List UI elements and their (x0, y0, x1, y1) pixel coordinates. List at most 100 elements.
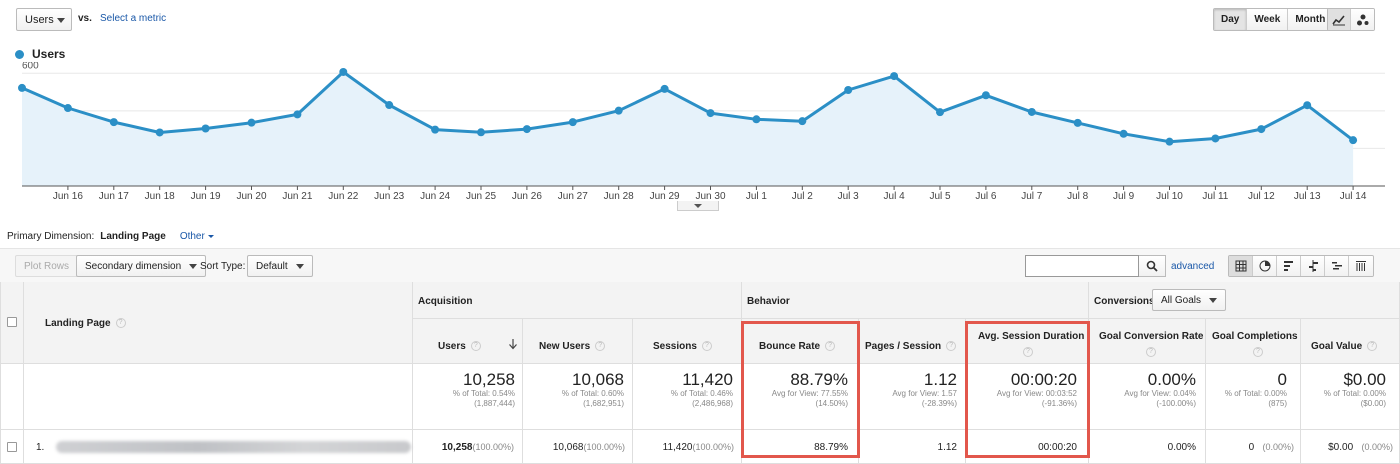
col-pages-session-label: Pages / Session (865, 341, 942, 352)
help-icon[interactable]: ? (1146, 347, 1156, 357)
data-point[interactable] (293, 110, 302, 119)
total-pages-session-avg: Avg for View: 1.57 (892, 389, 957, 398)
data-point[interactable] (1027, 107, 1036, 116)
data-table-view-icon[interactable] (1229, 256, 1253, 276)
col-avg-session-duration[interactable]: Avg. Session Duration ? (966, 319, 1089, 364)
motion-chart-icon[interactable] (1351, 9, 1374, 30)
help-icon[interactable]: ? (701, 341, 712, 352)
total-bounce-rate-diff: (14.50%) (815, 399, 848, 408)
data-point[interactable] (936, 108, 944, 117)
col-goal-conversion-rate[interactable]: Goal Conversion Rate ? (1089, 319, 1206, 364)
primary-dimension-other[interactable]: Other (180, 231, 214, 242)
performance-view-icon[interactable] (1277, 256, 1301, 276)
table-row-checkbox-cell (0, 430, 24, 464)
col-bounce-rate[interactable]: Bounce Rate? (742, 319, 859, 364)
y-tick-label: 600 (22, 62, 39, 71)
select-metric-link[interactable]: Select a metric (100, 13, 166, 24)
help-icon[interactable]: ? (115, 318, 126, 329)
sort-type-select[interactable]: Default (247, 255, 313, 277)
pie-view-icon[interactable] (1253, 256, 1277, 276)
all-goals-select[interactable]: All Goals (1152, 289, 1227, 311)
data-point[interactable] (201, 124, 210, 133)
data-point[interactable] (339, 67, 348, 76)
collapse-chart-button[interactable] (677, 201, 719, 211)
data-point[interactable] (155, 128, 164, 137)
data-point[interactable] (798, 117, 807, 126)
table-row-landing-page[interactable]: 1. (24, 430, 413, 464)
metric-select[interactable]: Users (16, 8, 72, 31)
period-day-button[interactable]: Day (1214, 9, 1248, 30)
redacted-url-blur (56, 441, 411, 453)
help-icon[interactable]: ? (946, 341, 957, 352)
row-checkbox[interactable] (7, 442, 17, 452)
data-point[interactable] (477, 128, 485, 137)
data-point[interactable] (1257, 125, 1266, 134)
comparison-view-icon[interactable] (1301, 256, 1325, 276)
term-cloud-view-icon[interactable] (1325, 256, 1349, 276)
total-new-users: 10,068 % of Total: 0.60% (1,682,951) (523, 364, 633, 430)
table-search-input[interactable] (1025, 255, 1139, 277)
line-chart-icon[interactable] (1328, 9, 1351, 30)
data-point[interactable] (63, 104, 72, 113)
period-month-button[interactable]: Month (1288, 9, 1333, 30)
select-all-checkbox[interactable] (7, 317, 17, 327)
period-week-button[interactable]: Week (1247, 9, 1289, 30)
total-sessions-pct: % of Total: 0.46% (670, 389, 733, 398)
data-point[interactable] (752, 115, 761, 124)
data-point[interactable] (981, 91, 990, 100)
pivot-view-icon[interactable] (1349, 256, 1373, 276)
plot-rows-button[interactable]: Plot Rows (15, 255, 79, 277)
chevron-down-icon (207, 234, 214, 238)
col-users[interactable]: Users? (413, 319, 523, 364)
data-point[interactable] (844, 85, 853, 94)
data-point[interactable] (109, 118, 118, 127)
data-point[interactable] (1073, 118, 1082, 127)
total-goal-conv-diff: (-100.00%) (1156, 399, 1196, 408)
data-point[interactable] (247, 118, 256, 127)
x-tick-label: Jun 20 (236, 191, 266, 202)
col-sessions[interactable]: Sessions? (633, 319, 742, 364)
select-all-column (0, 282, 24, 364)
primary-dimension-landing-page[interactable]: Landing Page (100, 231, 166, 242)
row-new-users: 10,068(100.00%) (523, 430, 633, 464)
col-new-users[interactable]: New Users? (523, 319, 633, 364)
acquisition-section-title: Acquisition (418, 296, 473, 307)
sort-descending-icon[interactable] (508, 338, 518, 350)
data-point[interactable] (1349, 136, 1358, 145)
row-sessions-pct: (100.00%) (692, 442, 734, 452)
x-tick-label: Jul 3 (838, 191, 860, 202)
secondary-dimension-label: Secondary dimension (85, 260, 182, 272)
help-icon[interactable]: ? (825, 341, 836, 352)
help-icon[interactable]: ? (1023, 347, 1033, 357)
data-point[interactable] (1211, 134, 1220, 143)
help-icon[interactable]: ? (1253, 347, 1263, 357)
vs-label: vs. (78, 13, 92, 24)
data-point[interactable] (522, 125, 531, 134)
row-goal-completions-value: 0 (1248, 442, 1255, 453)
data-point[interactable] (1119, 129, 1128, 138)
data-point[interactable] (385, 101, 394, 110)
data-point[interactable] (890, 72, 899, 81)
help-icon[interactable]: ? (1367, 341, 1378, 352)
help-icon[interactable]: ? (470, 341, 481, 352)
x-tick-label: Jun 29 (650, 191, 680, 202)
chevron-down-icon (57, 18, 65, 23)
total-pages-session-diff: (-28.39%) (921, 399, 957, 408)
help-icon[interactable]: ? (595, 341, 606, 352)
data-point[interactable] (568, 118, 577, 127)
data-point[interactable] (706, 109, 715, 118)
advanced-filter-link[interactable]: advanced (1171, 261, 1214, 272)
data-point[interactable] (431, 125, 440, 134)
landing-page-header[interactable]: Landing Page? (45, 318, 126, 329)
total-goal-value: $0.00 % of Total: 0.00% ($0.00) (1301, 364, 1400, 430)
data-point[interactable] (614, 106, 623, 115)
search-button[interactable] (1139, 255, 1166, 277)
data-point[interactable] (1165, 137, 1174, 146)
secondary-dimension-select[interactable]: Secondary dimension (76, 255, 207, 277)
data-point[interactable] (1303, 101, 1312, 110)
data-point[interactable] (18, 83, 26, 92)
col-goal-value[interactable]: Goal Value? (1301, 319, 1400, 364)
col-pages-session[interactable]: Pages / Session? (859, 319, 966, 364)
col-goal-completions[interactable]: Goal Completions ? (1206, 319, 1301, 364)
data-point[interactable] (660, 84, 669, 93)
